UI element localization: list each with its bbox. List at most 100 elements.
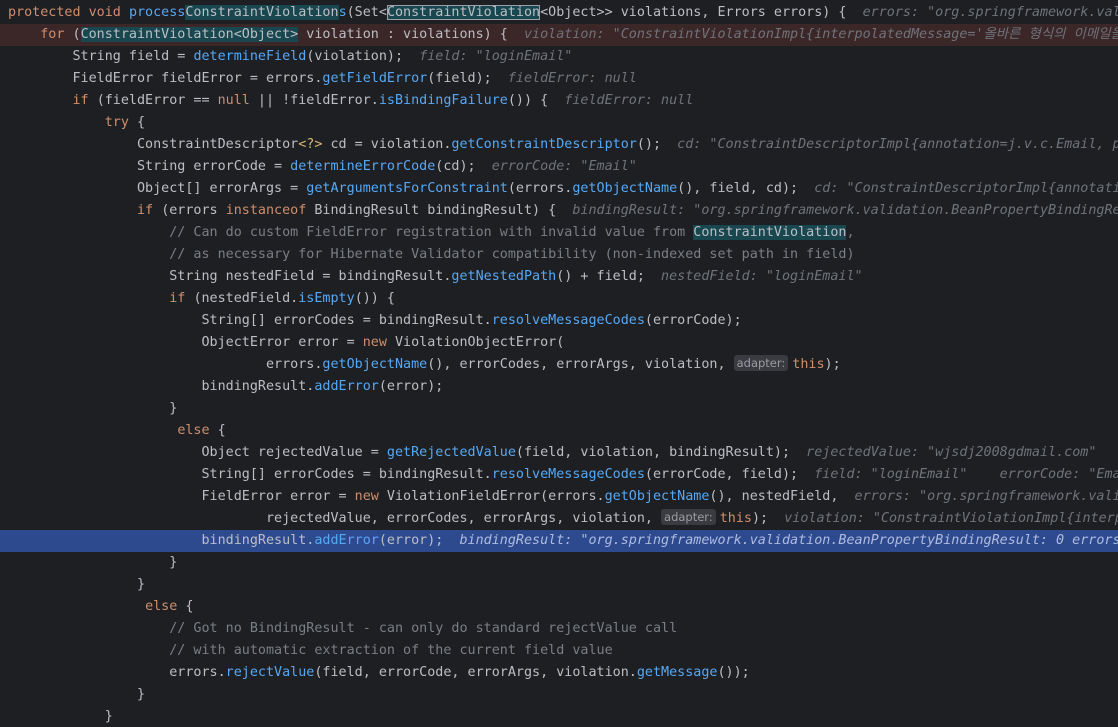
keyword-token: protected void [8,5,129,20]
method-token: getConstraintDescriptor [451,137,637,152]
code-line[interactable]: protected void processConstraintViolatio… [0,2,1118,24]
code-line[interactable]: rejectedValue, errorCodes, errorArgs, vi… [0,508,1118,530]
code-token: String[] errorCodes = bindingResult. [8,313,492,328]
code-line[interactable]: for (ConstraintViolation<Object> violati… [0,24,1118,46]
code-token: violation : violations) { [298,27,524,42]
code-token: (field, violation, bindingResult); [515,445,807,460]
inline-debug-value: cd: "ConstraintDescriptorImpl{annotation… [677,137,1118,152]
code-token: String nestedField = bindingResult. [8,269,452,284]
method-token: getFieldError [322,71,428,86]
code-line[interactable]: // Got no BindingResult - can only do st… [0,618,1118,640]
code-line[interactable]: errors.getObjectName(), errorCodes, erro… [0,354,1118,376]
comment-token: , [846,225,855,240]
comment-token: // Got no BindingResult - can only do st… [169,621,678,636]
code-token: (errors. [507,181,573,196]
code-line[interactable]: Object rejectedValue = getRejectedValue(… [0,442,1118,464]
code-line[interactable]: if (nestedField.isEmpty()) { [0,288,1118,310]
method-token: addError [314,379,379,394]
code-token: { [137,115,146,130]
code-line[interactable]: errors.rejectValue(field, errorCode, err… [0,662,1118,684]
code-line[interactable]: } [0,684,1118,706]
code-token: cd = violation. [322,137,452,152]
method-token: isEmpty [298,291,355,306]
code-token: Object rejectedValue = [8,445,387,460]
code-token: rejectedValue, errorCodes, errorArgs, vi… [8,511,662,526]
code-line[interactable]: String[] errorCodes = bindingResult.reso… [0,464,1118,486]
code-line[interactable]: if (errors instanceof BindingResult bind… [0,200,1118,222]
code-editor[interactable]: protected void processConstraintViolatio… [0,0,1118,727]
code-token: (error); [378,533,460,548]
highlighted-usage: ConstraintViolation [185,5,339,20]
keyword-token: if [137,203,162,218]
inline-debug-value: cd: "ConstraintDescriptorImpl{annotation… [814,181,1118,196]
code-token: (violation); [306,49,420,64]
method-token: resolveMessageCodes [491,313,645,328]
code-line[interactable]: if (fieldError == null || !fieldError.is… [0,90,1118,112]
code-token: bindingResult. [8,533,315,548]
code-line[interactable]: bindingResult.addError(error); [0,376,1118,398]
keyword-token: try [104,115,137,130]
code-token: ViolationFieldError(errors. [386,489,605,504]
code-token: (cd); [435,159,492,174]
code-token: FieldError fieldError = errors. [8,71,323,86]
code-token: (); [636,137,678,152]
keyword-token: else [145,599,186,614]
method-token: determineErrorCode [290,159,436,174]
code-line[interactable]: } [0,398,1118,420]
code-token: String[] errorCodes = bindingResult. [8,467,492,482]
code-line[interactable]: } [0,552,1118,574]
code-token: ); [751,511,785,526]
code-token: <Object>> violations, Errors errors) { [540,5,863,20]
code-token: bindingResult. [8,379,315,394]
code-line[interactable]: } [0,574,1118,596]
code-token: (field); [427,71,508,86]
comment-token: // with automatic extraction of the curr… [169,643,613,658]
code-line[interactable]: try { [0,112,1118,134]
code-line[interactable]: String nestedField = bindingResult.getNe… [0,266,1118,288]
comment-token: // as necessary for Hibernate Validator … [169,247,855,262]
code-line[interactable]: else { [0,420,1118,442]
code-token: } [8,709,113,724]
keyword-token: null [217,93,250,108]
code-token: String field = [8,49,194,64]
code-line[interactable]: FieldError fieldError = errors.getFieldE… [0,68,1118,90]
code-line[interactable]: // Can do custom FieldError registration… [0,222,1118,244]
inline-debug-value: field: "loginEmail" [419,49,573,64]
code-line[interactable]: // as necessary for Hibernate Validator … [0,244,1118,266]
code-line[interactable]: } [0,706,1118,727]
keyword-token: new [362,335,395,350]
method-token: determineField [193,49,307,64]
comment-token: // Can do custom FieldError registration… [169,225,694,240]
code-line[interactable]: FieldError error = new ViolationFieldErr… [0,486,1118,508]
code-line[interactable]: ObjectError error = new ViolationObjectE… [0,332,1118,354]
highlighted-usage: ConstraintViolation [693,225,847,240]
code-line[interactable]: String field = determineField(violation)… [0,46,1118,68]
code-line[interactable]: else { [0,596,1118,618]
keyword-token: this [719,511,752,526]
code-line[interactable]: Object[] errorArgs = getArgumentsForCons… [0,178,1118,200]
inline-debug-value: violation: "ConstraintViolationImpl{inte… [523,27,1118,42]
method-token: s [338,5,347,20]
code-line[interactable]: String[] errorCodes = bindingResult.reso… [0,310,1118,332]
code-line[interactable]: String errorCode = determineErrorCode(cd… [0,156,1118,178]
highlighted-usage: ConstraintViolation [386,5,541,20]
code-line[interactable]: bindingResult.addError(error); bindingRe… [0,530,1118,552]
code-token: (fieldError == [96,93,218,108]
generic-token: <?> [298,137,323,152]
code-line[interactable]: ConstraintDescriptor<?> cd = violation.g… [0,134,1118,156]
code-token: errors. [8,357,323,372]
code-line[interactable]: // with automatic extraction of the curr… [0,640,1118,662]
inline-debug-value: errors: "org.springframework.validation.… [862,5,1118,20]
method-token: resolveMessageCodes [491,467,645,482]
code-token: (errors [161,203,226,218]
keyword-token: if [169,291,194,306]
code-token: errors. [8,665,226,680]
method-token: isBindingFailure [378,93,508,108]
